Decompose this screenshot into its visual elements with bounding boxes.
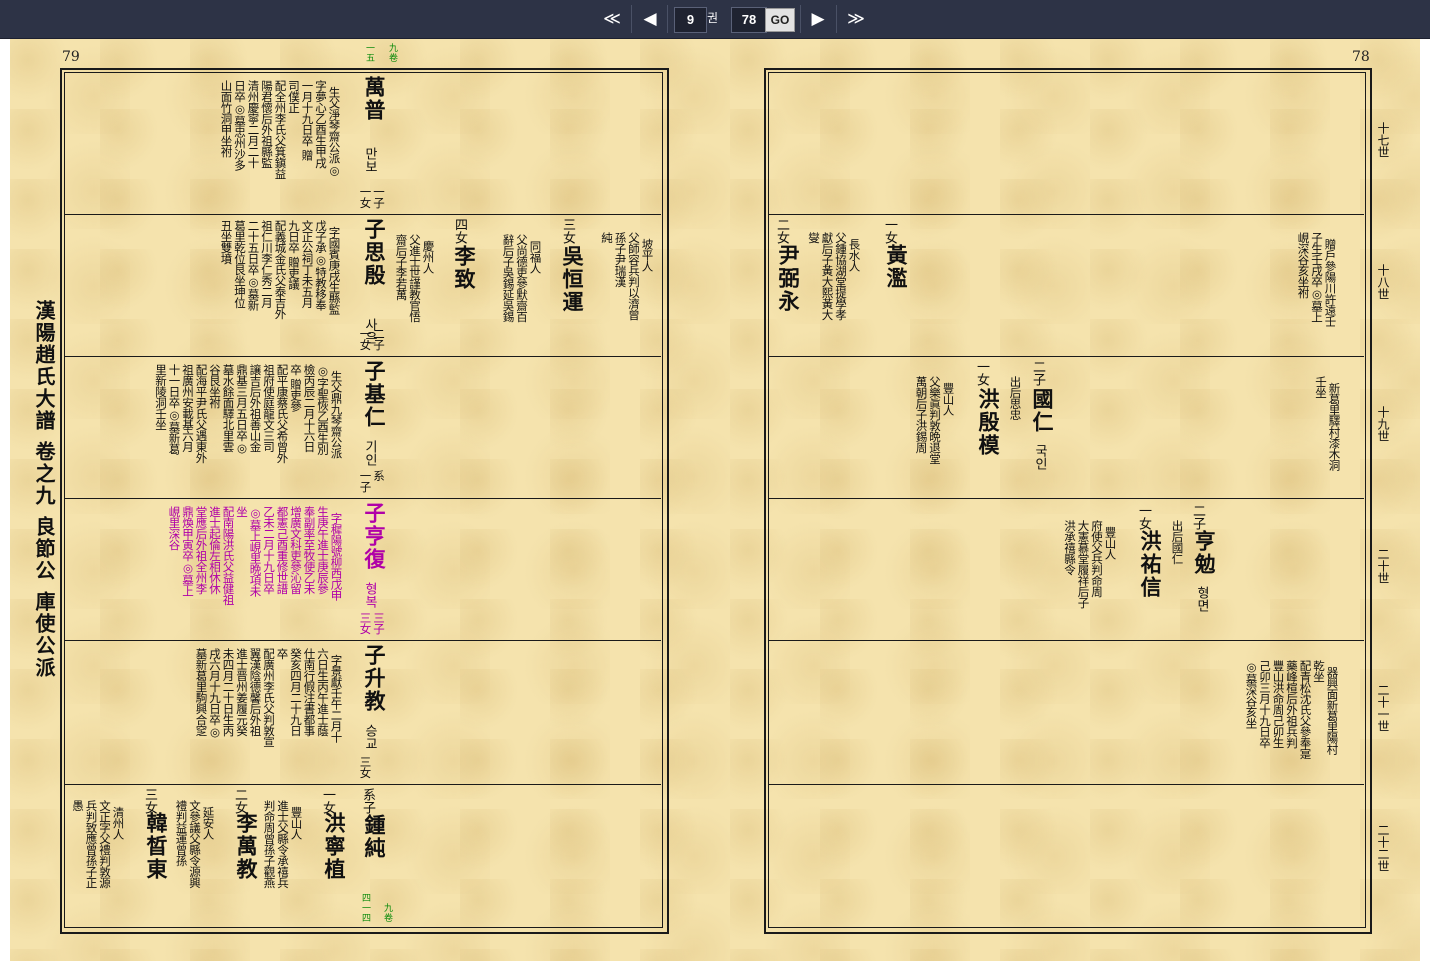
viewer-toolbar: ≪ ◀ 9 권 78 GO ▶ ≫ <box>0 0 1430 39</box>
row-divider <box>65 640 661 641</box>
row-divider <box>769 356 1364 357</box>
child-label: 一女 <box>320 788 335 814</box>
child-label: 三女 <box>560 218 575 244</box>
divider <box>800 5 801 33</box>
person-notes: 新葛里驛村漆木洞 壬坐 <box>1314 376 1342 471</box>
child-label: 二子 <box>1190 504 1205 530</box>
next-page-icon[interactable]: ▶ <box>805 6 831 32</box>
person-hangul: 형복 <box>362 582 377 608</box>
right-page-number: 78 <box>1352 49 1370 65</box>
person-notes: 字景獻壬午二月十 六日生丙午進士蔭 仕南行假注書都事 癸亥四月二十九日卒配廣州李氏父判… <box>194 648 344 747</box>
row-divider <box>65 498 661 499</box>
person-relation: 系子 <box>360 788 375 814</box>
divider <box>631 5 632 33</box>
volume-unit-label: 권 <box>707 11 719 25</box>
volume-input[interactable]: 9 <box>674 7 707 33</box>
person-name: 子升教 <box>362 644 387 713</box>
last-page-icon[interactable]: ≫ <box>840 6 872 32</box>
child-name: 亨勉 <box>1192 530 1217 576</box>
person-notes: 字國賓庚戌生縣監 戊子承◎特教移奉 文正公祠丁未五月 九日卒 贈吏議 配義城金氏父泰吉外… <box>219 220 342 319</box>
generation-label: 二十世 <box>1376 548 1390 584</box>
child-label: 二子 <box>1030 360 1045 386</box>
child-name: 黃濫 <box>884 244 909 290</box>
generation-label: 二十一世 <box>1376 684 1390 732</box>
person-name: 鍾純 <box>362 814 387 860</box>
row-divider <box>769 214 1364 215</box>
child-hangul: 형면 <box>1194 586 1209 612</box>
page-input[interactable]: 78 <box>731 7 767 33</box>
row-divider <box>65 214 661 215</box>
person-name: 子基仁 <box>362 360 387 429</box>
child-notes: 豐山人 進士父縣令承禧兵 判命周曾孫子觀燕 <box>262 800 304 888</box>
person-notes: 生父鼎九琴齋公派 ◎字聖恢乙酉生別 檢丙辰二月十六日卒 贈吏參 配平康蔡氏父希曾外 祖府… <box>154 364 344 463</box>
child-name: 國仁 <box>1030 388 1055 434</box>
child-notes: 長水人 父鍾協湖堂提學孝 獻后子黃大熙黃大燮 <box>807 232 862 320</box>
child-label: 四女 <box>452 218 467 244</box>
row-divider <box>769 784 1364 785</box>
person-notes: 生父淨琴齋公派◎ 字夢心乙酉生甲戌 一月十九日卒 贈司僕正 配全州李氏父箕鎭益 陽君懷后… <box>219 80 342 179</box>
person-relation: 三女 <box>358 756 373 778</box>
child-notes: 豐山人 父樂眞判敦晩退堂 萬朝后子洪錫周 <box>914 376 956 464</box>
row-divider <box>65 784 661 785</box>
child-name: 韓晳東 <box>144 812 169 881</box>
person-notes: 字穉陽號柳西戊申 生庚午進士庚辰參 奉副率至牧使乙未 增廣文科吏參沁留 都憲己酉重修世譜… <box>167 506 344 605</box>
generation-label: 十九世 <box>1376 406 1390 442</box>
child-label: 一女 <box>1136 504 1151 530</box>
person-hangul: 만보 <box>362 147 377 173</box>
first-page-icon[interactable]: ≪ <box>596 6 628 32</box>
child-notes: 延安人 文參議父縣令源興 禮判益運曾孫 <box>174 800 216 888</box>
child-notes: 同福人 父尚德吏參默齋百 辭后子吳錫延吳錫 <box>501 234 543 322</box>
child-name: 尹弼永 <box>776 244 801 313</box>
child-name: 洪祐信 <box>1138 530 1163 599</box>
child-label: 三女 <box>142 788 157 814</box>
book-title: 漢陽趙氏大譜 卷之九 良節公 庫使公派 <box>32 300 56 679</box>
person-hangul: 승교 <box>362 724 377 750</box>
generation-label: 二十二世 <box>1376 824 1390 872</box>
child-notes: 出后思忠 <box>1008 376 1023 420</box>
child-name: 李萬教 <box>234 812 259 881</box>
child-label: 一女 <box>882 218 897 244</box>
row-divider <box>65 356 661 357</box>
child-name: 吳恒運 <box>560 245 585 314</box>
child-name: 洪殷模 <box>976 388 1001 457</box>
go-button[interactable]: GO <box>765 8 795 32</box>
person-notes: 器興面新葛里陽村 乾坐 配青松沈氏父參奉寔 藥峰楦后外祖兵判 豐山洪命周己卯生 己卯三月十… <box>1244 660 1340 759</box>
person-relation: 三子 三女 <box>358 612 387 634</box>
divider <box>667 5 668 33</box>
row-divider <box>769 498 1364 499</box>
prev-page-icon[interactable]: ◀ <box>636 6 664 32</box>
person-hangul: 기인 <box>362 440 377 466</box>
person-relation: 系 一子 <box>358 470 387 492</box>
child-name: 洪寧植 <box>322 812 347 881</box>
child-label: 一女 <box>974 360 989 386</box>
generation-label: 十八世 <box>1376 264 1390 300</box>
child-label: 二女 <box>774 218 789 244</box>
person-relation: 二子 一女 <box>358 328 387 350</box>
person-name: 子思殷 <box>362 218 387 287</box>
child-notes: 豐山人 府使父兵判命周 大憲慕堂履祥后子 洪承禧縣令 <box>1063 520 1118 608</box>
child-notes: 慶州人 父進士世謹教官悟 齋后子李若萬 <box>394 234 436 322</box>
generation-label: 十七世 <box>1376 122 1390 158</box>
person-name: 萬普 <box>362 76 387 122</box>
person-notes: 贈戶參陽川許遠壬 子生壬戌卒◎墓上 峴深谷亥坐祔 <box>1296 232 1338 327</box>
child-notes: 出后國仁 <box>1170 520 1185 564</box>
child-name: 李致 <box>452 245 477 291</box>
divider <box>836 5 837 33</box>
person-name: 子亨復 <box>362 502 387 571</box>
right-page-inner-frame <box>768 72 1366 928</box>
child-label: 二女 <box>232 788 247 814</box>
child-notes: 清州人 文正字父禮判敦源 兵判致應曾孫子正愚 <box>71 800 126 888</box>
left-page-number: 79 <box>62 49 80 65</box>
person-notes: 坡平人 父師容兵判以濟曾 孫子尹瑞漢純 <box>600 232 655 320</box>
row-divider <box>769 640 1364 641</box>
person-relation: 一子 一女 <box>358 186 387 208</box>
child-hangul: 국인 <box>1032 444 1047 470</box>
